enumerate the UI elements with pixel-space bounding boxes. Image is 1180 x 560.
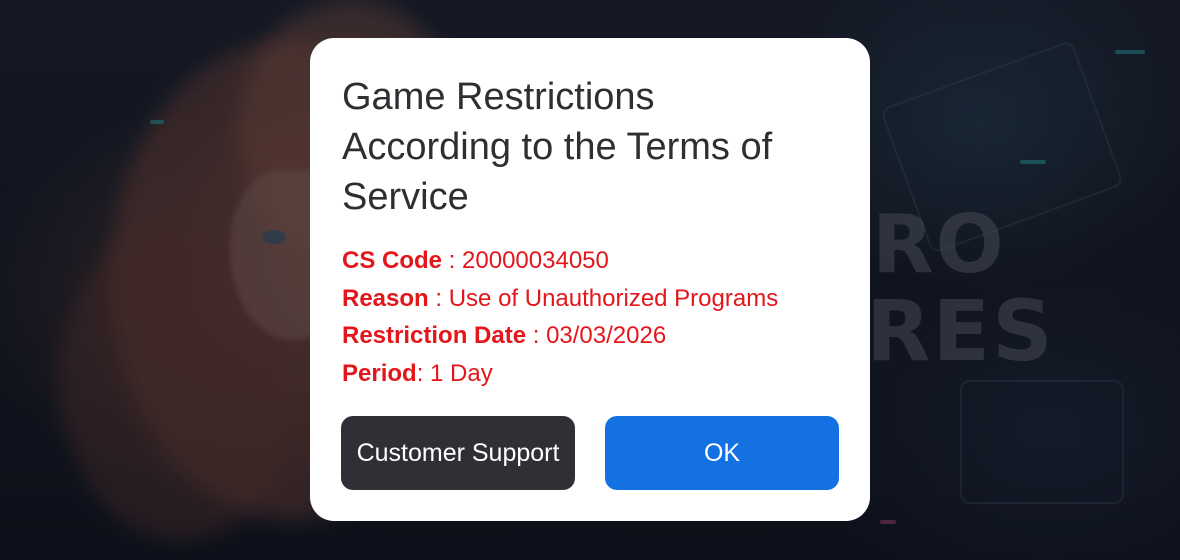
dialog-actions: Customer Support OK	[341, 416, 839, 490]
cs-code-value: 20000034050	[462, 247, 609, 274]
cs-code-separator: :	[442, 247, 463, 274]
restriction-date-row: Restriction Date : 03/03/2026	[342, 317, 839, 355]
restriction-date-separator: :	[526, 322, 547, 349]
restriction-date-value: 03/03/2026	[546, 322, 667, 349]
reason-value: Use of Unauthorized Programs	[448, 284, 779, 312]
restriction-details: CS Code : 20000034050 Reason : Use of Un…	[342, 242, 839, 392]
period-label: Period	[342, 359, 417, 387]
reason-label: Reason	[342, 284, 429, 312]
ok-button[interactable]: OK	[605, 416, 839, 490]
reason-row: Reason : Use of Unauthorized Programs	[342, 280, 839, 318]
game-screen: RO RES Game Restrictions According to th…	[0, 0, 1180, 560]
customer-support-button[interactable]: Customer Support	[341, 416, 575, 490]
restriction-dialog: Game Restrictions According to the Terms…	[310, 38, 870, 521]
restriction-date-label: Restriction Date	[342, 322, 527, 349]
cs-code-row: CS Code : 20000034050	[342, 242, 839, 280]
reason-separator: :	[428, 284, 449, 312]
dialog-title: Game Restrictions According to the Terms…	[342, 76, 773, 218]
cs-code-label: CS Code	[342, 247, 443, 274]
period-separator: :	[416, 359, 431, 387]
period-value: 1 Day	[430, 359, 493, 387]
period-row: Period: 1 Day	[342, 355, 839, 393]
